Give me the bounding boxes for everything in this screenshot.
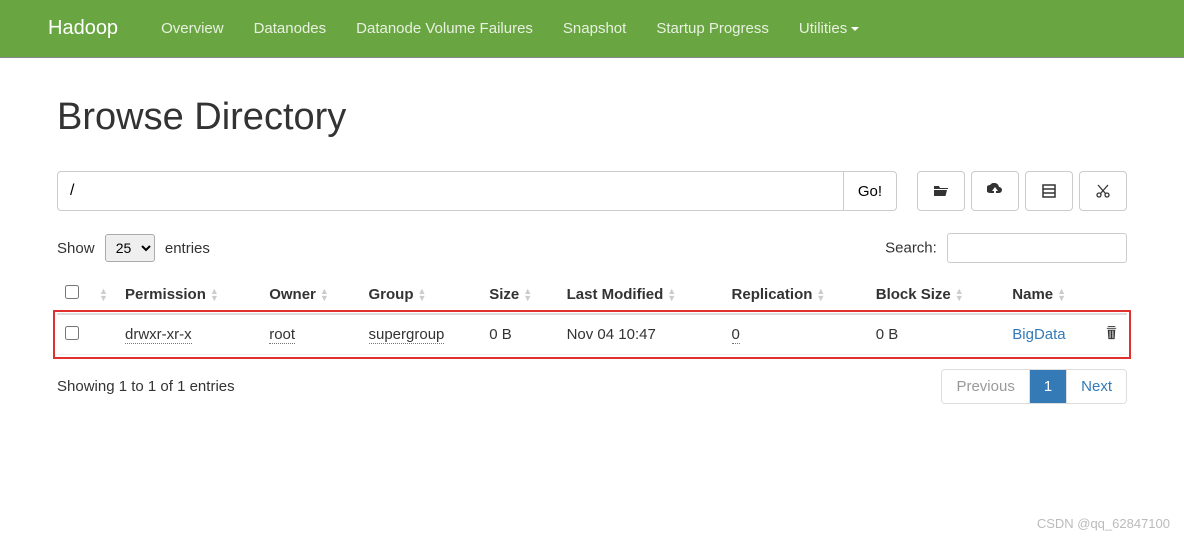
entries-label: entries [165,240,210,257]
cut-icon [1095,183,1111,199]
navbar-brand[interactable]: Hadoop [48,17,118,40]
nav-utilities[interactable]: Utilities [784,20,874,37]
nav-volume-failures[interactable]: Datanode Volume Failures [341,20,548,37]
sort-icon: ▲▼ [418,288,427,302]
sort-icon: ▲▼ [210,288,219,302]
search-control: Search: [885,233,1127,263]
sort-icon: ▲▼ [955,288,964,302]
sort-icon[interactable]: ▲▼ [99,288,108,302]
select-all-checkbox[interactable] [65,285,79,299]
file-table: ▲▼ Permission▲▼ Owner▲▼ Group▲▼ Size▲▼ L… [57,275,1127,355]
entries-select[interactable]: 25 [105,234,155,262]
page-title: Browse Directory [57,96,1127,139]
sort-icon: ▲▼ [667,288,676,302]
folder-open-icon [933,183,949,199]
row-checkbox[interactable] [65,326,79,340]
new-folder-button[interactable] [917,171,965,211]
sort-icon: ▲▼ [1057,288,1066,302]
sort-icon: ▲▼ [320,288,329,302]
path-input-group: Go! [57,171,897,211]
watermark: CSDN @qq_62847100 [1037,516,1170,531]
trash-icon[interactable] [1104,325,1119,340]
col-replication[interactable]: Replication▲▼ [724,275,868,314]
nav-snapshot[interactable]: Snapshot [548,20,641,37]
col-name[interactable]: Name▲▼ [1004,275,1096,314]
nav-datanodes[interactable]: Datanodes [239,20,342,37]
upload-icon [987,183,1003,199]
go-button[interactable]: Go! [843,171,897,211]
cell-last-modified: Nov 04 10:47 [559,314,724,355]
page-1-button[interactable]: 1 [1030,370,1067,403]
sort-icon: ▲▼ [816,288,825,302]
col-last-modified[interactable]: Last Modified▲▼ [559,275,724,314]
navbar: Hadoop Overview Datanodes Datanode Volum… [0,0,1184,58]
cell-owner[interactable]: root [269,326,295,344]
path-input[interactable] [57,171,843,211]
caret-down-icon [851,27,859,31]
cell-group[interactable]: supergroup [369,326,445,344]
nav-utilities-label: Utilities [799,20,847,37]
cell-name-link[interactable]: BigData [1012,326,1065,343]
upload-button[interactable] [971,171,1019,211]
cell-permission[interactable]: drwxr-xr-x [125,326,192,344]
cell-block-size: 0 B [868,314,1005,355]
entries-length-control: Show 25 entries [57,234,210,262]
cell-size: 0 B [481,314,558,355]
col-size[interactable]: Size▲▼ [481,275,558,314]
col-group[interactable]: Group▲▼ [361,275,482,314]
table-info: Showing 1 to 1 of 1 entries [57,378,235,395]
search-input[interactable] [947,233,1127,263]
pagination: Previous 1 Next [941,369,1127,404]
col-block-size[interactable]: Block Size▲▼ [868,275,1005,314]
search-label: Search: [885,240,937,257]
list-button[interactable] [1025,171,1073,211]
table-row: drwxr-xr-x root supergroup 0 B Nov 04 10… [57,314,1127,355]
cell-replication[interactable]: 0 [732,326,740,344]
col-permission[interactable]: Permission▲▼ [117,275,261,314]
next-button[interactable]: Next [1067,370,1126,403]
cut-button[interactable] [1079,171,1127,211]
list-icon [1041,183,1057,199]
toolbar [917,171,1127,211]
sort-icon: ▲▼ [523,288,532,302]
col-owner[interactable]: Owner▲▼ [261,275,360,314]
show-label: Show [57,240,95,257]
nav-startup-progress[interactable]: Startup Progress [641,20,784,37]
prev-button[interactable]: Previous [942,370,1029,403]
nav-overview[interactable]: Overview [146,20,239,37]
